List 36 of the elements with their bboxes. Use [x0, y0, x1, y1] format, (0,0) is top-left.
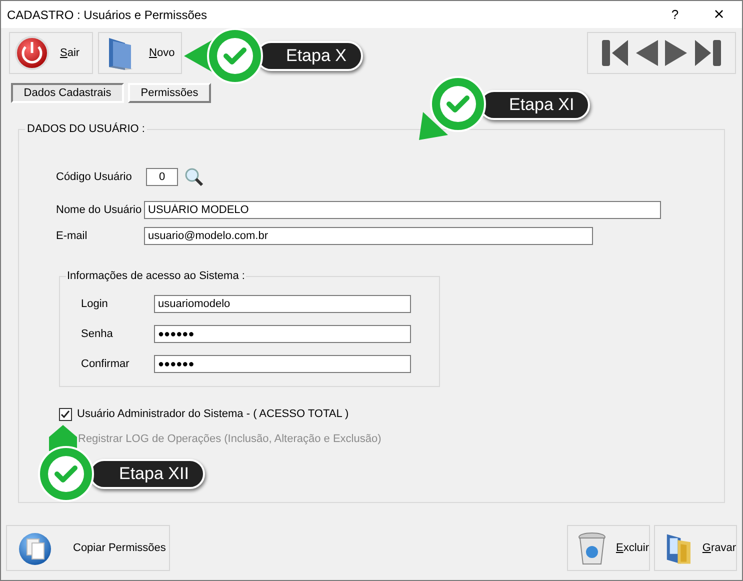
window-title: CADASTRO : Usuários e Permissões — [7, 6, 208, 24]
password-field[interactable]: ●●●●●● — [154, 355, 411, 373]
field-label: Login — [81, 296, 109, 312]
tab[interactable]: Permissões — [128, 83, 211, 103]
option-label: Usuário Administrador do Sistema - ( ACESSO TOTAL ) — [77, 406, 349, 422]
option-label: Registrar LOG de Operações (Inclusão, Alteração e Exclusão) — [78, 432, 382, 447]
check-badge-icon — [429, 75, 487, 133]
field-label: Senha — [81, 326, 114, 342]
check-icon — [60, 408, 71, 420]
close-button[interactable]: × — [696, 1, 742, 28]
search-icon — [184, 167, 204, 187]
input-field[interactable]: usuariomodelo — [154, 295, 411, 313]
field-label: Código Usuário — [56, 170, 133, 185]
field-label: Confirmar — [81, 356, 130, 372]
checkbox[interactable] — [59, 408, 72, 420]
exit-button[interactable]: Sair — [9, 32, 93, 74]
input-field[interactable]: usuario@modelo.com.br — [144, 227, 593, 245]
tab[interactable]: Dados Cadastrais — [11, 83, 124, 103]
check-badge-icon — [37, 445, 95, 503]
next-record-icon[interactable] — [663, 39, 689, 67]
save-button[interactable]: Gravar — [654, 525, 737, 571]
power-icon — [14, 35, 50, 71]
last-record-icon[interactable] — [692, 39, 722, 67]
group-title: Informações de acesso ao Sistema : — [66, 269, 246, 283]
previous-record-icon[interactable] — [634, 39, 660, 67]
first-record-icon[interactable] — [601, 39, 631, 67]
field-label: Nome do Usuário — [56, 202, 143, 218]
delete-button[interactable]: Excluir — [567, 525, 650, 571]
document-globe-icon — [17, 530, 53, 566]
field-label: E-mail — [56, 228, 88, 244]
copy-permissions-button[interactable]: Copiar Permissões — [6, 525, 170, 571]
help-button[interactable]: ? — [660, 1, 690, 28]
new-button[interactable]: Novo — [98, 32, 182, 74]
password-field[interactable]: ●●●●●● — [154, 325, 411, 343]
input-field[interactable]: 0 — [146, 168, 178, 186]
callout-pointer — [418, 109, 450, 141]
